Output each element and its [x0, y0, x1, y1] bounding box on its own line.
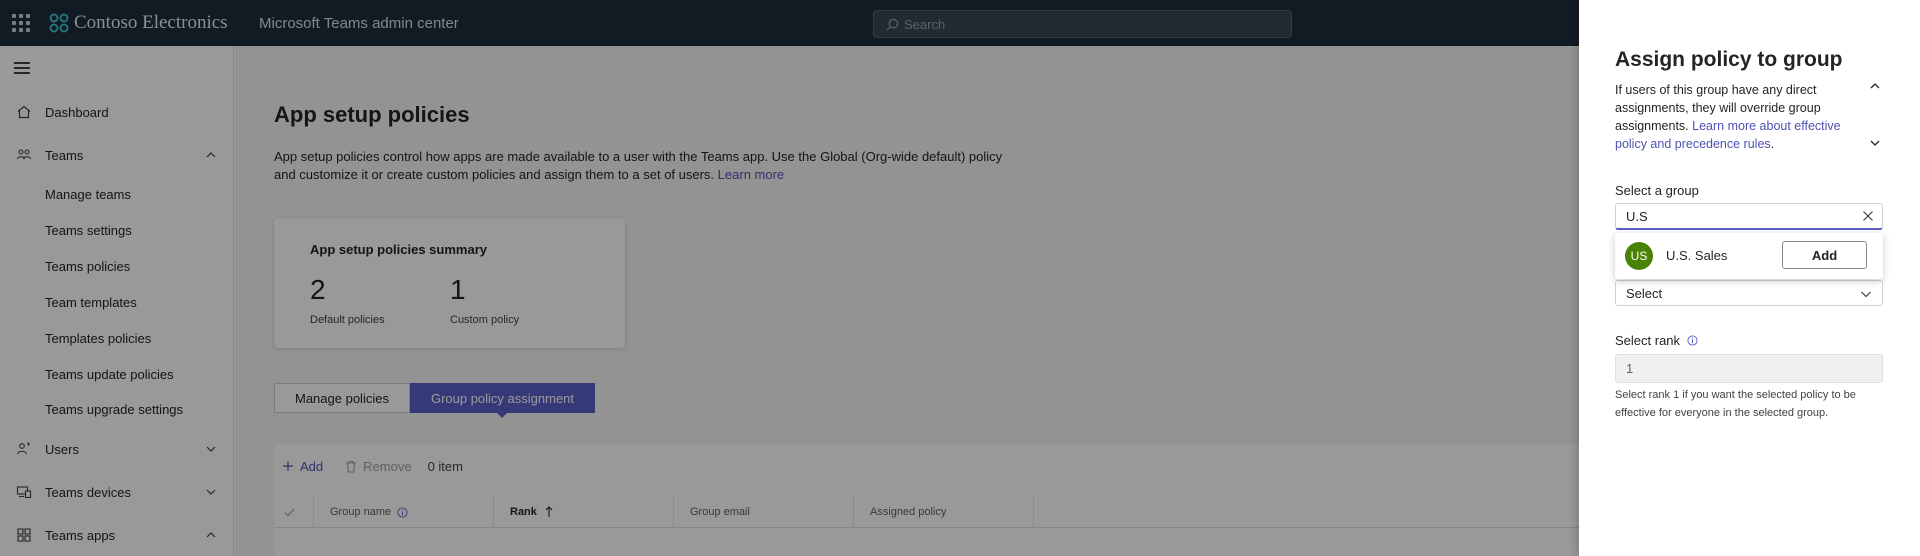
scroll-down-icon[interactable] — [1869, 139, 1881, 147]
group-search-input[interactable]: U.S — [1615, 203, 1883, 230]
info-icon[interactable] — [1687, 335, 1698, 346]
scroll-up-icon[interactable] — [1869, 82, 1881, 90]
policy-select-value: Select — [1626, 285, 1663, 301]
rank-hint: Select rank 1 if you want the selected p… — [1615, 389, 1856, 419]
add-group-button[interactable]: Add — [1782, 241, 1867, 269]
suggestion-group-name[interactable]: U.S. Sales — [1666, 248, 1727, 263]
panel-info-text: If users of this group have any direct a… — [1615, 83, 1841, 151]
select-rank-text: Select rank — [1615, 333, 1681, 348]
select-rank-label: Select rank — [1615, 333, 1698, 348]
group-search-value: U.S — [1626, 208, 1648, 224]
group-suggestion-dropdown: US U.S. Sales Add — [1615, 233, 1883, 279]
assign-policy-panel: Assign policy to group If users of this … — [1579, 0, 1920, 556]
select-group-label: Select a group — [1615, 183, 1699, 198]
clear-icon[interactable] — [1862, 210, 1874, 222]
chevron-down-icon — [1861, 291, 1871, 298]
panel-title: Assign policy to group — [1615, 48, 1843, 71]
rank-input[interactable]: 1 — [1615, 354, 1883, 383]
policy-select[interactable]: Select — [1615, 280, 1883, 306]
avatar: US — [1625, 242, 1653, 270]
modal-overlay[interactable] — [0, 0, 1579, 556]
rank-value: 1 — [1626, 361, 1634, 376]
